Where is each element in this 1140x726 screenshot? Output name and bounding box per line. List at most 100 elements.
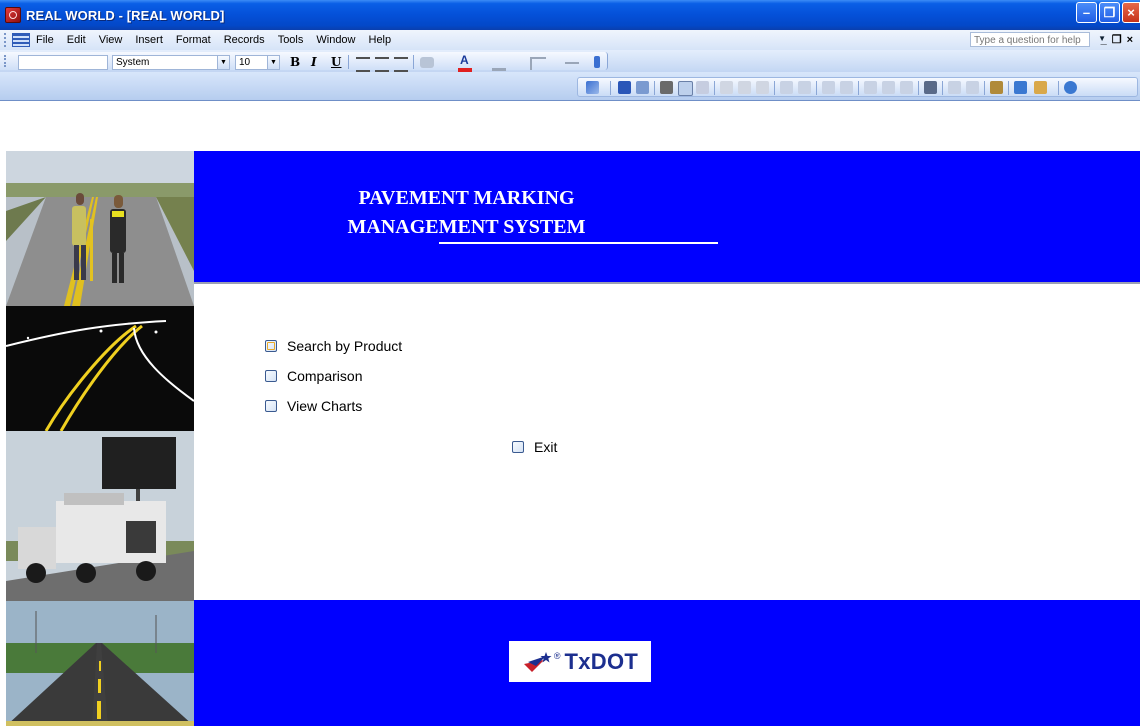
- new-record-icon[interactable]: [948, 81, 961, 94]
- toolbar-options-icon[interactable]: [594, 56, 600, 68]
- toolbar-separator: [918, 81, 919, 95]
- menu-edit[interactable]: Edit: [67, 34, 86, 46]
- txdot-logo: ® TxDOT: [509, 641, 651, 682]
- special-effect-icon[interactable]: [565, 62, 579, 67]
- window-controls: – ❐ ×: [1076, 2, 1140, 23]
- line-color-icon[interactable]: [492, 57, 506, 71]
- exit-option[interactable]: Exit: [512, 439, 557, 455]
- menu-bar: File Edit View Insert Format Records Too…: [0, 30, 1140, 50]
- toolbar-grip[interactable]: [4, 55, 8, 67]
- form-title-line2: MANAGEMENT SYSTEM: [347, 216, 586, 238]
- print-icon[interactable]: [660, 81, 673, 94]
- chevron-down-icon[interactable]: ▼: [217, 56, 229, 69]
- comparison-option[interactable]: Comparison: [265, 368, 362, 384]
- properties-icon[interactable]: [990, 81, 1003, 94]
- align-left-icon[interactable]: [356, 57, 370, 72]
- restore-button[interactable]: ❐: [1099, 2, 1120, 23]
- align-center-icon[interactable]: [375, 57, 389, 72]
- highway-centerline-icon: [6, 601, 194, 726]
- new-object-icon[interactable]: [1034, 81, 1047, 94]
- search-by-product-label: Search by Product: [287, 338, 403, 354]
- comparison-button[interactable]: [265, 370, 277, 382]
- exit-button[interactable]: [512, 441, 524, 453]
- italic-button[interactable]: I: [311, 55, 317, 69]
- form-view-toolbar: [0, 72, 1140, 101]
- font-combo[interactable]: System ▼: [112, 55, 230, 70]
- footer-band: [193, 600, 1140, 726]
- file-search-icon[interactable]: [636, 81, 649, 94]
- night-road-markings-icon: [6, 306, 194, 431]
- menu-tools[interactable]: Tools: [278, 34, 304, 46]
- spelling-icon[interactable]: [696, 81, 709, 94]
- chevron-down-icon[interactable]: ▼: [267, 56, 279, 69]
- view-charts-label: View Charts: [287, 398, 363, 414]
- font-color-icon[interactable]: A: [458, 53, 472, 72]
- main-form: PAVEMENT MARKING MANAGEMENT SYSTEM Searc…: [0, 101, 1140, 726]
- close-button[interactable]: ×: [1122, 2, 1140, 23]
- underline-button[interactable]: U: [331, 55, 341, 69]
- fill-color-icon[interactable]: [420, 57, 434, 68]
- form-view-toolbar-strip: [577, 77, 1138, 97]
- txdot-logo-text: TxDOT: [564, 648, 639, 674]
- align-right-icon[interactable]: [394, 57, 408, 72]
- window-title: REAL WORLD - [REAL WORLD]: [26, 7, 225, 23]
- comparison-label: Comparison: [287, 368, 363, 384]
- help-search-input[interactable]: Type a question for help: [970, 32, 1090, 47]
- menu-format[interactable]: Format: [176, 34, 211, 46]
- title-underline: [439, 242, 718, 244]
- undo-icon[interactable]: [780, 81, 793, 94]
- formatting-toolbar: System ▼ 10 ▼ B I U A: [0, 50, 1140, 72]
- menu-insert[interactable]: Insert: [135, 34, 163, 46]
- apply-filter-icon[interactable]: [900, 81, 913, 94]
- toolbar-separator: [348, 55, 349, 69]
- toolbar-separator: [610, 81, 611, 95]
- access-app-icon[interactable]: [5, 7, 21, 23]
- database-window-icon[interactable]: [1014, 81, 1027, 94]
- minimize-button[interactable]: –: [1076, 2, 1097, 23]
- hyperlink-icon[interactable]: [798, 81, 811, 94]
- txdot-star-icon: [523, 651, 552, 672]
- view-icon[interactable]: [586, 81, 599, 94]
- view-charts-button[interactable]: [265, 400, 277, 412]
- sort-ascending-icon[interactable]: [822, 81, 835, 94]
- striping-truck-icon: [6, 431, 194, 601]
- toolbar-separator: [858, 81, 859, 95]
- menu-view[interactable]: View: [99, 34, 123, 46]
- object-combo[interactable]: [18, 55, 108, 70]
- filter-by-selection-icon[interactable]: [864, 81, 877, 94]
- search-by-product-option[interactable]: Search by Product: [265, 338, 402, 354]
- mdi-controls[interactable]: _❐×: [1101, 33, 1138, 46]
- menu-window[interactable]: Window: [316, 34, 355, 46]
- find-icon[interactable]: [924, 81, 937, 94]
- menubar-grip[interactable]: [4, 33, 9, 47]
- view-charts-option[interactable]: View Charts: [265, 398, 362, 414]
- toolbar-separator: [984, 81, 985, 95]
- cut-icon[interactable]: [720, 81, 733, 94]
- copy-icon[interactable]: [738, 81, 751, 94]
- sort-descending-icon[interactable]: [840, 81, 853, 94]
- border-width-icon[interactable]: [530, 57, 546, 70]
- paste-icon[interactable]: [756, 81, 769, 94]
- toolbar-separator: [654, 81, 655, 95]
- form-window-icon[interactable]: [12, 33, 30, 47]
- delete-record-icon[interactable]: [966, 81, 979, 94]
- formatting-toolbar-strip: System ▼ 10 ▼ B I U A: [0, 52, 608, 72]
- search-by-product-button[interactable]: [265, 340, 277, 352]
- bold-button[interactable]: B: [290, 55, 300, 69]
- header-divider: [193, 282, 1140, 284]
- filter-by-form-icon[interactable]: [882, 81, 895, 94]
- toolbar-separator: [816, 81, 817, 95]
- toolbar-separator: [774, 81, 775, 95]
- font-combo-value: System: [116, 57, 150, 68]
- menu-help[interactable]: Help: [369, 34, 392, 46]
- menu-file[interactable]: File: [36, 34, 54, 46]
- toolbar-separator: [942, 81, 943, 95]
- title-bar: REAL WORLD - [REAL WORLD] – ❐ ×: [0, 0, 1140, 30]
- toolbar-separator: [1008, 81, 1009, 95]
- menu-records[interactable]: Records: [224, 34, 265, 46]
- registered-mark: ®: [553, 651, 561, 661]
- print-preview-icon[interactable]: [678, 81, 693, 96]
- help-icon[interactable]: [1064, 81, 1077, 94]
- save-icon[interactable]: [618, 81, 631, 94]
- font-size-combo[interactable]: 10 ▼: [235, 55, 280, 70]
